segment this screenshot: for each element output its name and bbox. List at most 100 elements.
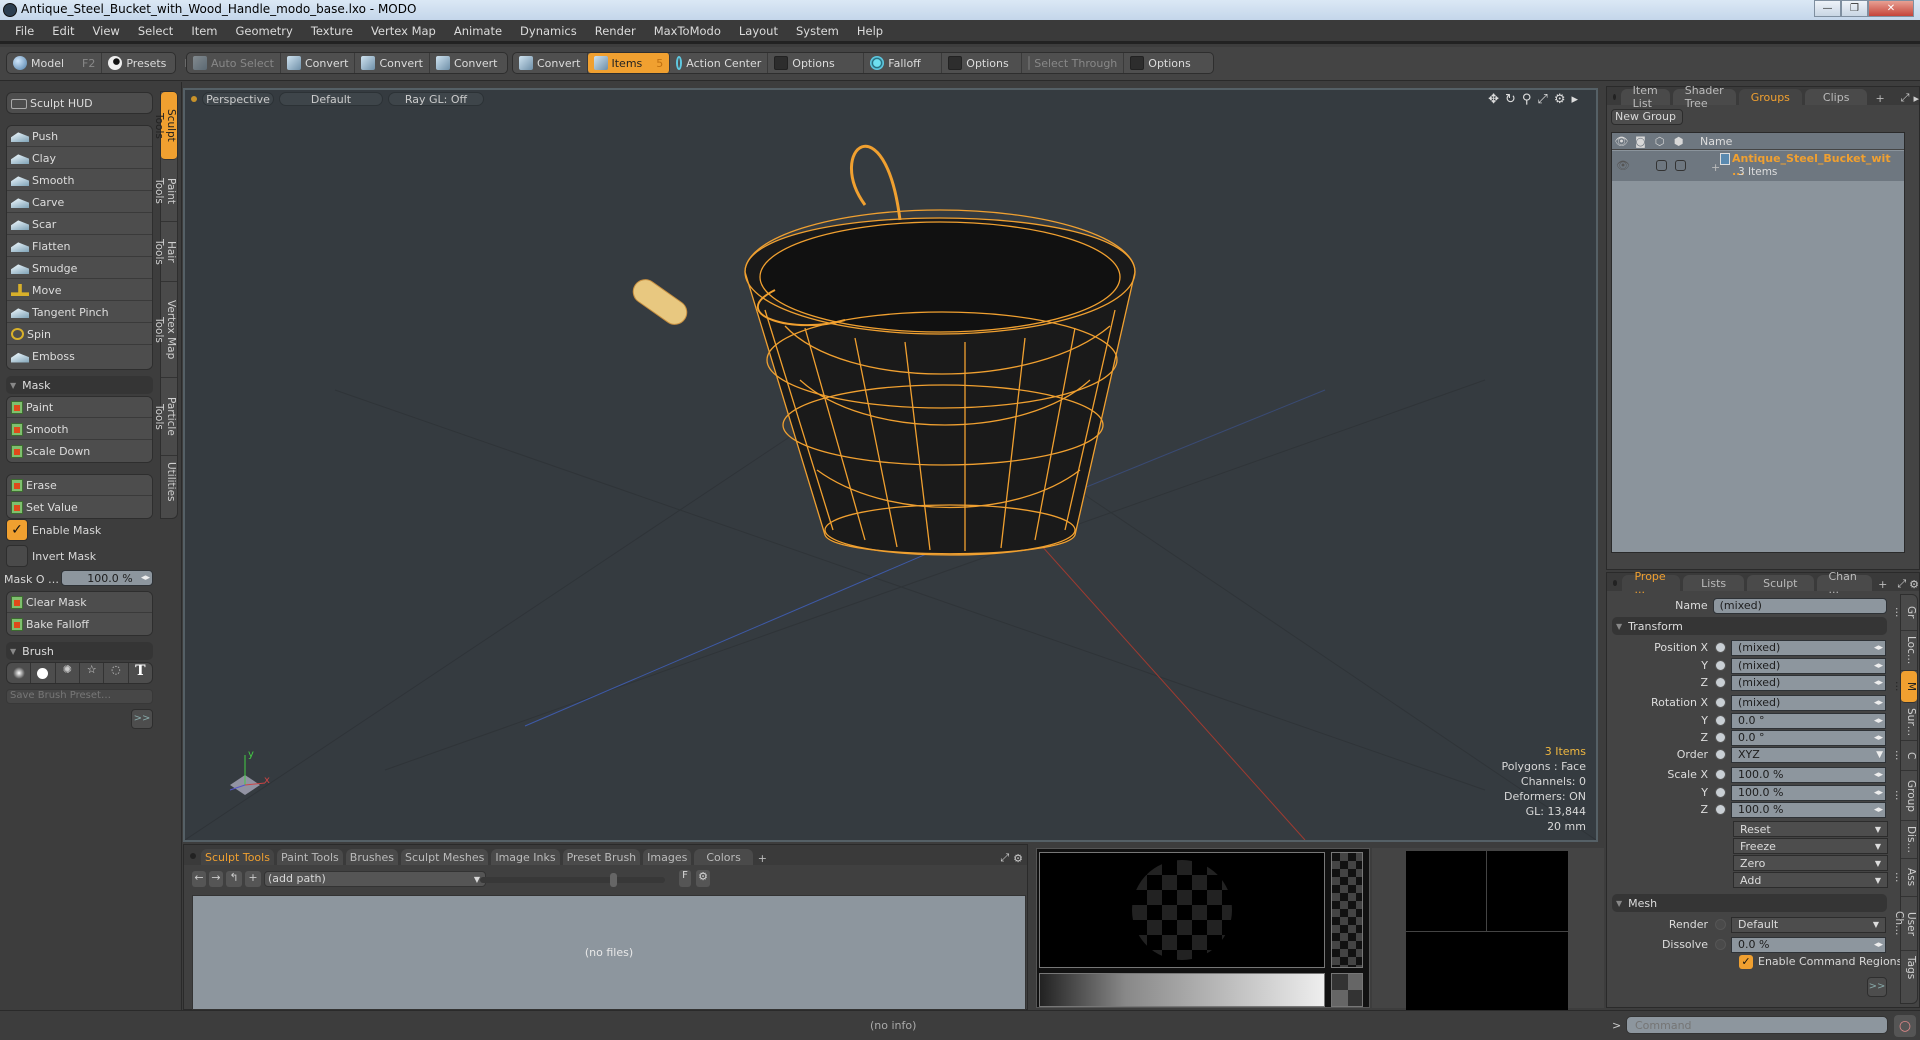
options-button-1[interactable]: Options [768, 53, 865, 73]
name-field[interactable]: (mixed) [1712, 597, 1887, 614]
panel-menu-dot-icon[interactable] [1613, 580, 1618, 586]
vtab-group-2[interactable]: Group … [1893, 771, 1917, 821]
hard-brush-button[interactable] [31, 663, 56, 683]
back-arrow-button[interactable]: ← [192, 871, 206, 887]
brush-section-header[interactable]: ▼ Brush [6, 642, 153, 660]
freeze-dropdown[interactable]: Freeze [1733, 838, 1888, 854]
lock-column-icon[interactable]: ⬡ [1650, 135, 1669, 148]
vtab-tags[interactable]: Tags [1901, 951, 1917, 983]
panel-menu-dot-icon[interactable] [1613, 94, 1616, 100]
vtab-paint-tools[interactable]: Paint Tools [153, 160, 177, 222]
maximize-icon[interactable]: ⤢ [1901, 91, 1910, 105]
vtab-particle-tools[interactable]: Particle Tools [153, 378, 177, 456]
menu-render[interactable]: Render [586, 24, 645, 38]
maximize-icon[interactable]: ⤢ [1897, 577, 1906, 591]
items-button[interactable]: Items 5 [587, 53, 671, 73]
group-row[interactable]: 👁 + Antique_Steel_Bucket_wit ... 3 Items [1612, 151, 1904, 181]
lock-toggle[interactable] [1656, 160, 1667, 171]
mask-paint[interactable]: Paint [7, 397, 152, 418]
vtab-assembly[interactable]: Ass … [1893, 859, 1917, 897]
command-input[interactable] [1626, 1016, 1888, 1034]
tab-paint-tools[interactable]: Paint Tools [276, 849, 343, 865]
keyframe-dot-icon[interactable] [1715, 804, 1726, 815]
vtab-vertex-map-tools[interactable]: Vertex Map Tools [153, 282, 177, 378]
convert-button-4[interactable]: Convert [513, 53, 588, 73]
menu-texture[interactable]: Texture [302, 24, 362, 38]
menu-view[interactable]: View [84, 24, 129, 38]
model-button[interactable]: Model F2 [7, 53, 103, 73]
render-column-icon[interactable]: ◙ [1631, 135, 1650, 148]
scale-z-field[interactable]: 100.0 % ◂▸ [1731, 801, 1886, 818]
tab-sculpt-meshes[interactable]: Sculpt Meshes [401, 849, 489, 865]
vector-brush-button[interactable]: ◌ [104, 663, 129, 683]
zero-dropdown[interactable]: Zero [1733, 855, 1888, 871]
position-z-field[interactable]: (mixed) ◂▸ [1731, 674, 1886, 691]
tool-spin[interactable]: Spin [7, 324, 152, 345]
tab-clips[interactable]: Clips [1804, 89, 1868, 105]
convert-button-1[interactable]: Convert [281, 53, 356, 73]
position-y-field[interactable]: (mixed) ◂▸ [1731, 657, 1886, 674]
tool-smooth[interactable]: Smooth [7, 170, 152, 191]
mesh-section-header[interactable]: ▼ Mesh [1612, 894, 1887, 912]
vtab-group[interactable]: Gr … [1893, 595, 1917, 631]
add-dropdown[interactable]: Add [1733, 872, 1888, 888]
menu-help[interactable]: Help [848, 24, 892, 38]
tool-push[interactable]: Push [7, 126, 152, 147]
keyframe-dot-icon[interactable] [1715, 642, 1726, 653]
menu-item[interactable]: Item [182, 24, 226, 38]
bake-falloff-button[interactable]: Bake Falloff [7, 614, 152, 635]
more-button[interactable]: >> [1867, 977, 1887, 997]
options-button-2[interactable]: Options [942, 53, 1023, 73]
menu-file[interactable]: File [6, 24, 43, 38]
menu-geometry[interactable]: Geometry [227, 24, 302, 38]
gear-icon[interactable]: ⚙ [1013, 852, 1023, 865]
add-tab-icon[interactable]: + [1878, 578, 1887, 591]
invert-mask-checkbox[interactable] [6, 545, 28, 567]
options-button-3[interactable]: Options [1124, 53, 1196, 73]
maximize-icon[interactable]: ⤢ [1000, 851, 1009, 865]
clear-mask-button[interactable]: Clear Mask [7, 592, 152, 613]
menu-system[interactable]: System [787, 24, 848, 38]
tool-move[interactable]: Move [7, 280, 152, 301]
gear-icon[interactable]: ⚙ [1909, 578, 1919, 591]
soft-brush-button[interactable] [7, 663, 32, 683]
tab-lists[interactable]: Lists [1683, 575, 1745, 591]
menu-edit[interactable]: Edit [43, 24, 83, 38]
noise-brush-button[interactable]: ✺ [56, 663, 80, 683]
browser-settings-gear-icon[interactable]: ⚙ [696, 870, 710, 887]
rotation-y-field[interactable]: 0.0 ° ◂▸ [1731, 712, 1886, 729]
menu-select[interactable]: Select [129, 24, 182, 38]
menu-dynamics[interactable]: Dynamics [511, 24, 586, 38]
vtab-user-channels[interactable]: User Ch… [1893, 897, 1917, 951]
mask-opacity-field[interactable]: 100.0 % ◂▸ [61, 570, 153, 586]
vtab-c[interactable]: C … [1893, 741, 1917, 771]
convert-button-2[interactable]: Convert [355, 53, 430, 73]
vtab-utilities[interactable]: Utilities [161, 456, 177, 508]
add-path-button[interactable]: + [245, 871, 261, 887]
filter-button[interactable]: F [679, 870, 691, 887]
tab-item-list[interactable]: Item List [1620, 84, 1670, 110]
vtab-mesh[interactable]: M … [1893, 671, 1917, 703]
action-center-button[interactable]: Action Center [670, 53, 769, 73]
tab-colors[interactable]: Colors [694, 849, 753, 865]
tool-clay[interactable]: Clay [7, 148, 152, 169]
convert-button-3[interactable]: Convert [430, 53, 504, 73]
keyframe-dot-icon[interactable] [1715, 939, 1726, 950]
slider-handle[interactable] [610, 873, 617, 887]
menu-maxtomodo[interactable]: MaxToModo [645, 24, 730, 38]
mask-smooth[interactable]: Smooth [7, 419, 152, 440]
add-tab-icon[interactable]: + [758, 852, 767, 865]
tool-emboss[interactable]: Emboss [7, 346, 152, 367]
keyframe-dot-icon[interactable] [1715, 919, 1726, 930]
rotation-z-field[interactable]: 0.0 ° ◂▸ [1731, 729, 1886, 746]
vtab-display[interactable]: Dis… [1901, 821, 1917, 859]
new-group-button[interactable]: New Group [1611, 109, 1683, 125]
record-button[interactable]: ○ [1894, 1015, 1916, 1037]
select-toggle[interactable] [1675, 160, 1686, 171]
scale-x-field[interactable]: 100.0 % ◂▸ [1731, 766, 1886, 783]
text-brush-button[interactable]: T [129, 663, 152, 683]
keyframe-dot-icon[interactable] [1715, 660, 1726, 671]
order-dropdown[interactable]: XYZ ▼ [1731, 746, 1886, 763]
select-through-button[interactable]: Select Through [1022, 53, 1125, 73]
visibility-column-icon[interactable]: 👁 [1612, 135, 1631, 148]
